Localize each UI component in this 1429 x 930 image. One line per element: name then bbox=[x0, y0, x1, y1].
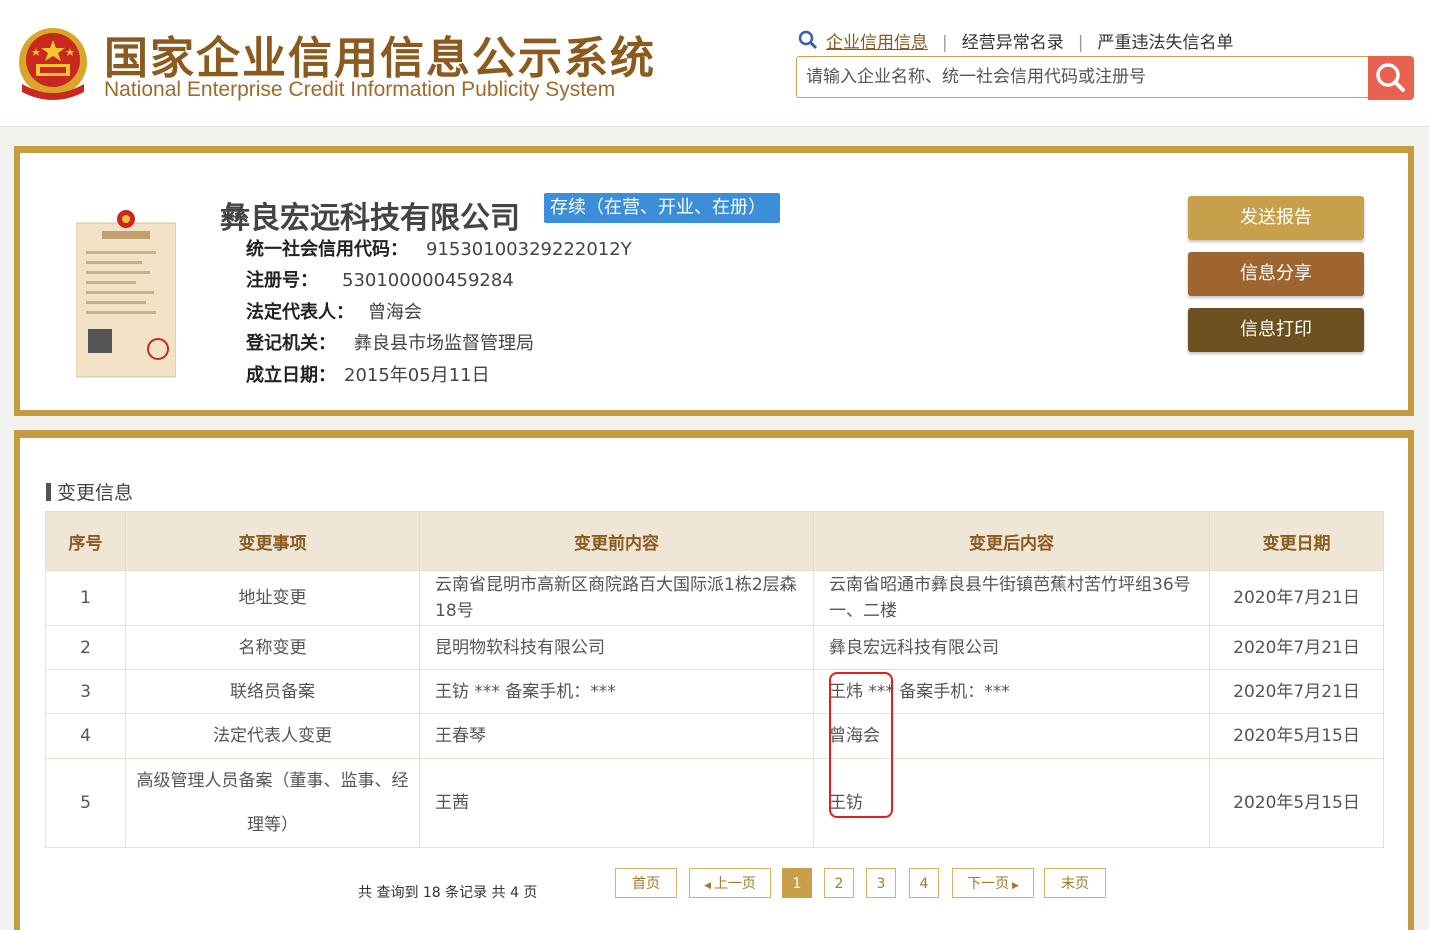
header-after: 变更后内容 bbox=[813, 511, 1210, 571]
cell-item: 法定代表人变更 bbox=[125, 713, 420, 759]
cell-date: 2020年7月21日 bbox=[1209, 669, 1384, 714]
national-emblem-icon bbox=[19, 28, 87, 100]
next-arrow-icon: ▶ bbox=[1009, 881, 1019, 891]
header-index: 序号 bbox=[45, 511, 126, 571]
page-4-button[interactable]: 4 bbox=[909, 868, 939, 898]
pagination-total: 共 查询到 18 条记录 共 4 页 bbox=[358, 885, 538, 901]
legal-rep-row: 法定代表人： 曾海会 bbox=[246, 298, 422, 324]
cell-date: 2020年7月21日 bbox=[1209, 625, 1384, 670]
section-title-text: 变更信息 bbox=[57, 482, 134, 504]
nav-abnormal-list[interactable]: 经营异常名录 bbox=[962, 33, 1064, 53]
reg-authority-label: 登记机关： bbox=[246, 333, 336, 354]
cell-index: 4 bbox=[45, 713, 126, 759]
header-item: 变更事项 bbox=[125, 511, 420, 571]
cell-before: 昆明物软科技有限公司 bbox=[419, 625, 814, 670]
cell-index: 3 bbox=[45, 669, 126, 714]
share-info-button[interactable]: 信息分享 bbox=[1188, 252, 1364, 296]
nav-enterprise-credit[interactable]: 企业信用信息 bbox=[826, 33, 928, 53]
cell-after: 云南省昭通市彝良县牛街镇芭蕉村苦竹坪组36号一、二楼 bbox=[813, 570, 1210, 626]
search-button[interactable] bbox=[1368, 56, 1414, 100]
cell-date: 2020年5月15日 bbox=[1209, 758, 1384, 848]
page-1-button[interactable]: 1 bbox=[782, 868, 812, 898]
legal-rep-value: 曾海会 bbox=[368, 302, 422, 323]
cell-before: 王钫 *** 备案手机：*** bbox=[419, 669, 814, 714]
section-title-bar bbox=[46, 483, 51, 501]
search-input[interactable] bbox=[797, 57, 1348, 97]
site-title: 国家企业信用信息公示系统 bbox=[104, 33, 656, 84]
credit-code-value: 91530100329222012Y bbox=[426, 239, 632, 260]
print-info-button[interactable]: 信息打印 bbox=[1188, 308, 1364, 352]
cell-date: 2020年5月15日 bbox=[1209, 713, 1384, 759]
nav-separator: | bbox=[1077, 33, 1084, 53]
change-table: 序号 变更事项 变更前内容 变更后内容 变更日期 1 地址变更 云南省昆明市高新… bbox=[45, 511, 1384, 848]
prev-arrow-icon: ◀ bbox=[704, 881, 714, 891]
magnifier-icon bbox=[798, 30, 818, 50]
cell-item: 地址变更 bbox=[125, 570, 420, 626]
table-row: 4 法定代表人变更 王春琴 曾海会 2020年5月15日 bbox=[45, 713, 1384, 759]
cell-index: 2 bbox=[45, 625, 126, 670]
found-date-row: 成立日期： 2015年05月11日 bbox=[246, 361, 490, 387]
table-row: 1 地址变更 云南省昆明市高新区商院路百大国际派1栋2层森18号 云南省昭通市彝… bbox=[45, 570, 1384, 626]
page-2-button[interactable]: 2 bbox=[824, 868, 854, 898]
first-page-button[interactable]: 首页 bbox=[615, 868, 677, 898]
reg-authority-row: 登记机关： 彝良县市场监督管理局 bbox=[246, 329, 534, 355]
cell-index: 1 bbox=[45, 570, 126, 626]
table-row: 5 高级管理人员备案（董事、监事、经理等） 王茜 王钫 2020年5月15日 bbox=[45, 758, 1384, 848]
next-page-button[interactable]: 下一页 ▶ bbox=[952, 868, 1034, 898]
section-title: 变更信息 bbox=[46, 478, 133, 505]
cell-item: 联络员备案 bbox=[125, 669, 420, 714]
table-header-row: 序号 变更事项 变更前内容 变更后内容 变更日期 bbox=[45, 511, 1384, 571]
header-before: 变更前内容 bbox=[419, 511, 814, 571]
credit-code-label: 统一社会信用代码： bbox=[246, 239, 408, 260]
reg-number-row: 注册号： 530100000459284 bbox=[246, 266, 514, 292]
found-date-value: 2015年05月11日 bbox=[344, 365, 490, 386]
company-name: 彝良宏远科技有限公司 bbox=[220, 201, 520, 236]
site-header: 国家企业信用信息公示系统 National Enterprise Credit … bbox=[0, 0, 1429, 127]
table-row: 3 联络员备案 王钫 *** 备案手机：*** 王炜 *** 备案手机：*** … bbox=[45, 669, 1384, 714]
prev-page-button[interactable]: ◀ 上一页 bbox=[689, 868, 771, 898]
legal-rep-label: 法定代表人： bbox=[246, 302, 354, 323]
status-badge: 存续（在营、开业、在册） bbox=[544, 193, 780, 223]
highlight-annotation-box bbox=[829, 672, 893, 818]
top-nav: 企业信用信息 | 经营异常名录 | 严重违法失信名单 bbox=[798, 28, 1233, 53]
change-info-card: 变更信息 序号 变更事项 变更前内容 变更后内容 变更日期 1 地址变更 云南省… bbox=[14, 430, 1414, 930]
cell-before: 云南省昆明市高新区商院路百大国际派1栋2层森18号 bbox=[419, 570, 814, 626]
last-page-button[interactable]: 末页 bbox=[1044, 868, 1106, 898]
site-subtitle: National Enterprise Credit Information P… bbox=[104, 78, 616, 101]
header-date: 变更日期 bbox=[1209, 511, 1384, 571]
business-license-icon bbox=[76, 210, 176, 378]
search-box bbox=[796, 56, 1368, 98]
cell-date: 2020年7月21日 bbox=[1209, 570, 1384, 626]
reg-number-label: 注册号： bbox=[246, 270, 318, 291]
found-date-label: 成立日期： bbox=[246, 365, 336, 386]
page-3-button[interactable]: 3 bbox=[866, 868, 896, 898]
next-page-label: 下一页 bbox=[967, 876, 1010, 892]
reg-number-value: 530100000459284 bbox=[342, 270, 514, 291]
send-report-button[interactable]: 发送报告 bbox=[1188, 196, 1364, 240]
table-row: 2 名称变更 昆明物软科技有限公司 彝良宏远科技有限公司 2020年7月21日 bbox=[45, 625, 1384, 670]
cell-item: 名称变更 bbox=[125, 625, 420, 670]
pagination: 共 查询到 18 条记录 共 4 页 首页 ◀ 上一页 1 2 3 4 下一页 … bbox=[20, 868, 1408, 908]
company-card: 彝良宏远科技有限公司 存续（在营、开业、在册） 统一社会信用代码： 9153010… bbox=[14, 146, 1414, 416]
nav-blacklist[interactable]: 严重违法失信名单 bbox=[1097, 33, 1233, 53]
prev-page-label: 上一页 bbox=[713, 876, 756, 892]
cell-index: 5 bbox=[45, 758, 126, 848]
reg-authority-value: 彝良县市场监督管理局 bbox=[354, 333, 534, 354]
search-icon bbox=[1376, 63, 1405, 92]
cell-item: 高级管理人员备案（董事、监事、经理等） bbox=[125, 758, 420, 848]
credit-code-row: 统一社会信用代码： 91530100329222012Y bbox=[246, 235, 632, 261]
cell-after: 彝良宏远科技有限公司 bbox=[813, 625, 1210, 670]
cell-before: 王茜 bbox=[419, 758, 814, 848]
cell-before: 王春琴 bbox=[419, 713, 814, 759]
nav-separator: | bbox=[942, 33, 948, 53]
